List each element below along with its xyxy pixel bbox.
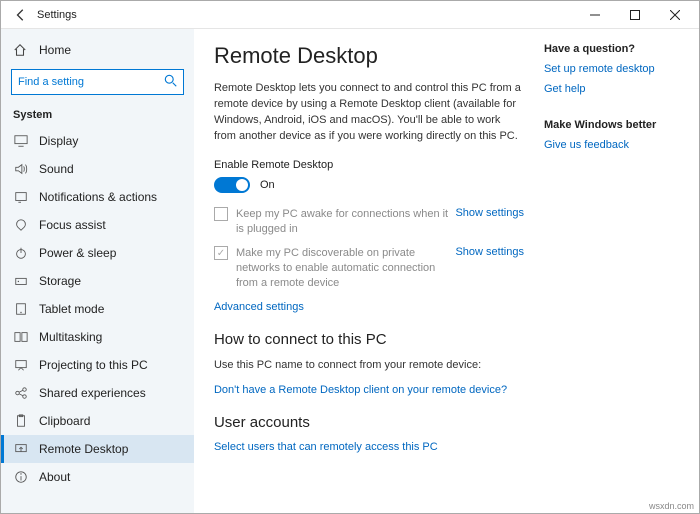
clipboard-icon xyxy=(13,414,29,428)
power-icon xyxy=(13,246,29,260)
sidebar-item-projecting[interactable]: Projecting to this PC xyxy=(1,351,194,379)
option-text: Keep my PC awake for connections when it… xyxy=(236,207,456,237)
sidebar-item-shared-experiences[interactable]: Shared experiences xyxy=(1,379,194,407)
sidebar-item-power-sleep[interactable]: Power & sleep xyxy=(1,239,194,267)
sidebar-item-label: Notifications & actions xyxy=(39,190,157,204)
shared-icon xyxy=(13,386,29,400)
content-area: Remote Desktop Remote Desktop lets you c… xyxy=(194,29,699,513)
sidebar-item-label: Storage xyxy=(39,274,81,288)
sidebar-item-label: Shared experiences xyxy=(39,386,146,400)
toggle-switch-icon xyxy=(214,177,250,193)
sidebar-item-label: Sound xyxy=(39,162,74,176)
enable-label: Enable Remote Desktop xyxy=(214,159,524,171)
show-settings-discoverable[interactable]: Show settings xyxy=(455,246,523,258)
tablet-icon xyxy=(13,302,29,316)
search-input[interactable] xyxy=(11,69,184,95)
sidebar-item-notifications[interactable]: Notifications & actions xyxy=(1,183,194,211)
checkbox-keep-awake[interactable] xyxy=(214,207,228,221)
sidebar-item-about[interactable]: About xyxy=(1,463,194,491)
sidebar-item-clipboard[interactable]: Clipboard xyxy=(1,407,194,435)
sidebar-item-label: Display xyxy=(39,134,78,148)
sidebar-item-label: Tablet mode xyxy=(39,302,104,316)
maximize-button[interactable] xyxy=(615,1,655,29)
page-description: Remote Desktop lets you connect to and c… xyxy=(214,81,524,145)
sidebar-item-sound[interactable]: Sound xyxy=(1,155,194,183)
option-text: Make my PC discoverable on private netwo… xyxy=(236,246,456,291)
notifications-icon xyxy=(13,190,29,204)
select-users-link[interactable]: Select users that can remotely access th… xyxy=(214,441,524,453)
enable-toggle[interactable]: On xyxy=(214,177,524,193)
sidebar-item-label: Clipboard xyxy=(39,414,90,428)
watermark: wsxdn.com xyxy=(649,501,694,511)
aside-question: Have a question? Set up remote desktop G… xyxy=(544,43,679,95)
show-settings-keep-awake[interactable]: Show settings xyxy=(455,207,523,219)
sidebar: Home System Display Sound Notifications … xyxy=(1,29,194,513)
multitasking-icon xyxy=(13,330,29,344)
sidebar-item-storage[interactable]: Storage xyxy=(1,267,194,295)
setup-remote-desktop-link[interactable]: Set up remote desktop xyxy=(544,63,679,75)
sidebar-item-label: Remote Desktop xyxy=(39,442,128,456)
sidebar-item-label: About xyxy=(39,470,70,484)
sidebar-item-tablet-mode[interactable]: Tablet mode xyxy=(1,295,194,323)
aside-feedback-title: Make Windows better xyxy=(544,119,679,131)
close-button[interactable] xyxy=(655,1,695,29)
howto-text: Use this PC name to connect from your re… xyxy=(214,358,524,374)
storage-icon xyxy=(13,274,29,288)
home-icon xyxy=(13,43,29,57)
titlebar: Settings xyxy=(1,1,699,29)
toggle-state: On xyxy=(260,179,275,191)
get-help-link[interactable]: Get help xyxy=(544,83,679,95)
sidebar-item-display[interactable]: Display xyxy=(1,127,194,155)
sidebar-item-label: Focus assist xyxy=(39,218,106,232)
no-client-link[interactable]: Don't have a Remote Desktop client on yo… xyxy=(214,384,524,396)
advanced-settings-link[interactable]: Advanced settings xyxy=(214,301,524,313)
accounts-heading: User accounts xyxy=(214,414,524,431)
projecting-icon xyxy=(13,358,29,372)
minimize-button[interactable] xyxy=(575,1,615,29)
option-keep-awake: Keep my PC awake for connections when it… xyxy=(214,207,524,237)
give-feedback-link[interactable]: Give us feedback xyxy=(544,139,679,151)
sidebar-item-label: Multitasking xyxy=(39,330,102,344)
display-icon xyxy=(13,134,29,148)
sidebar-group-system: System xyxy=(1,105,194,127)
focus-assist-icon xyxy=(13,218,29,232)
checkbox-discoverable[interactable]: ✓ xyxy=(214,246,228,260)
sidebar-item-remote-desktop[interactable]: Remote Desktop xyxy=(1,435,194,463)
aside-feedback: Make Windows better Give us feedback xyxy=(544,119,679,151)
search-box[interactable] xyxy=(11,69,184,95)
sidebar-item-label: Power & sleep xyxy=(39,246,116,260)
aside-question-title: Have a question? xyxy=(544,43,679,55)
search-icon xyxy=(164,74,178,88)
sound-icon xyxy=(13,162,29,176)
aside-column: Have a question? Set up remote desktop G… xyxy=(544,43,679,503)
sidebar-home-label: Home xyxy=(39,43,71,57)
sidebar-item-label: Projecting to this PC xyxy=(39,358,148,372)
back-button[interactable] xyxy=(9,3,33,27)
sidebar-item-home[interactable]: Home xyxy=(1,37,194,63)
remote-desktop-icon xyxy=(13,442,29,456)
settings-window: Settings Home System xyxy=(0,0,700,514)
window-body: Home System Display Sound Notifications … xyxy=(1,29,699,513)
window-title: Settings xyxy=(37,9,77,21)
sidebar-item-multitasking[interactable]: Multitasking xyxy=(1,323,194,351)
page-title: Remote Desktop xyxy=(214,43,524,69)
main-column: Remote Desktop Remote Desktop lets you c… xyxy=(214,43,524,503)
howto-heading: How to connect to this PC xyxy=(214,331,524,348)
sidebar-item-focus-assist[interactable]: Focus assist xyxy=(1,211,194,239)
about-icon xyxy=(13,470,29,484)
option-discoverable: ✓ Make my PC discoverable on private net… xyxy=(214,246,524,291)
